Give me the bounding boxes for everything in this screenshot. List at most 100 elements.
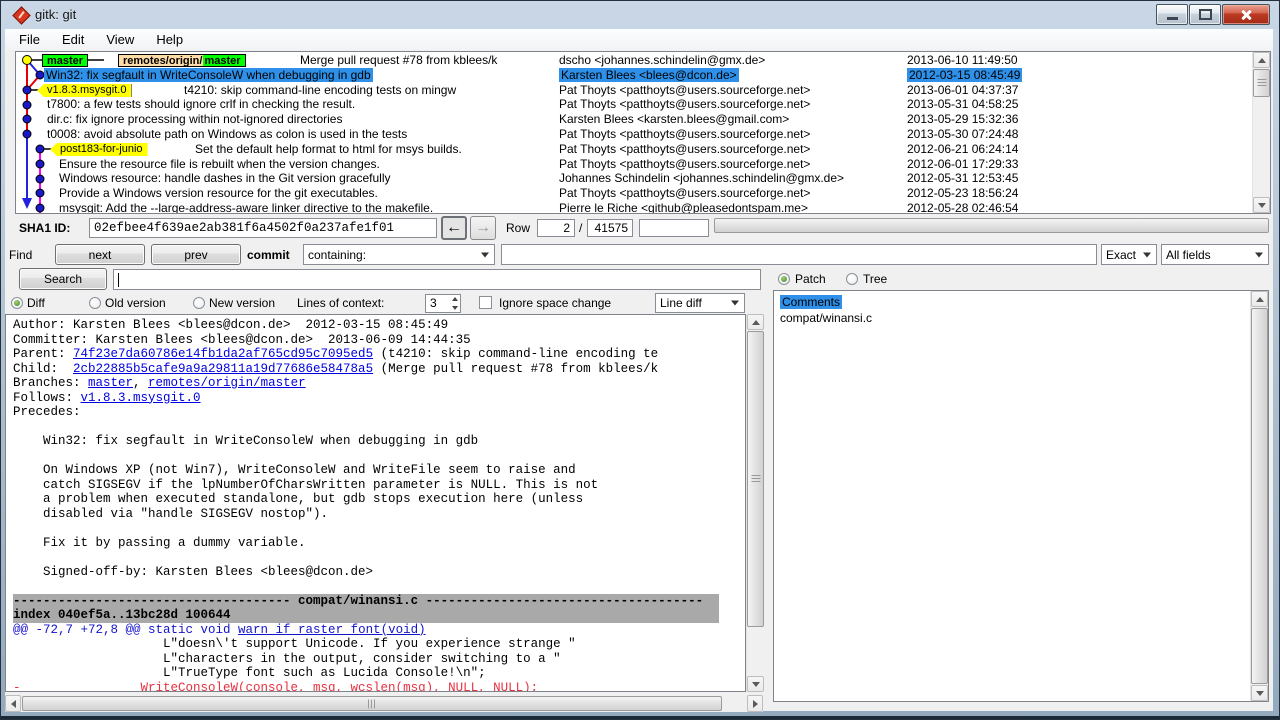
detail-line: ------------------------------------- co… xyxy=(13,594,719,609)
commit-row-subject[interactable]: Provide a Windows version resource for t… xyxy=(59,186,378,201)
commit-row-date[interactable]: 2013-06-10 11:49:50 xyxy=(907,53,1253,68)
commit-row-date[interactable]: 2013-05-31 04:58:25 xyxy=(907,97,1253,112)
menu-file[interactable]: File xyxy=(11,32,48,47)
remote-prefix: remotes/origin/ xyxy=(119,55,203,66)
commit-row-subject[interactable]: Win32: fix segfault in WriteConsoleW whe… xyxy=(44,68,373,83)
find-next-button[interactable]: next xyxy=(55,244,145,265)
commit-row-date[interactable]: 2012-05-31 12:53:45 xyxy=(907,171,1253,186)
scroll-thumb[interactable] xyxy=(747,331,764,627)
commit-link[interactable]: master xyxy=(88,376,133,390)
spinner-down-icon[interactable] xyxy=(452,306,458,310)
minimize-button[interactable] xyxy=(1156,4,1188,25)
scroll-left-icon xyxy=(11,700,16,708)
patch-radio[interactable] xyxy=(778,273,790,285)
commit-row-author[interactable]: Pat Thoyts <patthoyts@users.sourceforge.… xyxy=(559,83,903,98)
commit-row-subject[interactable]: Ensure the resource file is rebuilt when… xyxy=(59,157,380,172)
commit-row-subject[interactable]: msysgit: Add the --large-address-aware l… xyxy=(59,201,433,213)
detail-text-segment: Follows: xyxy=(13,391,81,405)
commit-row-date[interactable]: 2013-05-30 07:24:48 xyxy=(907,127,1253,142)
title-bar[interactable]: gitk: git xyxy=(1,1,1279,29)
commit-row-author[interactable]: Pat Thoyts <patthoyts@users.sourceforge.… xyxy=(559,157,903,172)
find-string-input[interactable] xyxy=(501,244,1097,265)
detail-text-segment: index 040ef5a..13bc28d 100644 xyxy=(13,608,231,622)
commit-row-author[interactable]: Karsten Blees <karsten.blees@gmail.com> xyxy=(559,112,903,127)
detail-line: Parent: 74f23e7da60786e14fb1da2af765cd95… xyxy=(13,347,745,362)
history-forward-button[interactable]: → xyxy=(470,216,496,240)
scroll-thumb[interactable] xyxy=(1253,69,1270,97)
find-type-dropdown[interactable]: containing: xyxy=(303,244,495,265)
maximize-button[interactable] xyxy=(1189,4,1221,25)
commit-row-subject[interactable]: t4210: skip command-line encoding tests … xyxy=(184,83,456,98)
commit-row-date[interactable]: 2012-05-28 02:46:54 xyxy=(907,201,1253,213)
search-button[interactable]: Search xyxy=(19,268,107,290)
commit-detail-pane[interactable]: Author: Karsten Blees <blees@dcon.de> 20… xyxy=(5,314,746,692)
detail-text-segment: Child: xyxy=(13,362,73,376)
fields-dropdown[interactable]: All fields xyxy=(1161,244,1269,265)
commit-row-author[interactable]: Karsten Blees <blees@dcon.de> xyxy=(559,68,903,83)
detail-line: Branches: master, remotes/origin/master xyxy=(13,376,745,391)
commit-link[interactable]: v1.8.3.msysgit.0 xyxy=(81,391,201,405)
detail-line xyxy=(13,420,745,435)
chevron-down-icon xyxy=(1255,252,1263,257)
menu-edit[interactable]: Edit xyxy=(54,32,92,47)
commit-row-date[interactable]: 2012-06-01 17:29:33 xyxy=(907,157,1253,172)
scroll-thumb[interactable] xyxy=(1251,308,1268,684)
detail-text-segment: L"doesn\'t support Unicode. If you exper… xyxy=(13,637,576,651)
commit-row-date[interactable]: 2012-05-23 18:56:24 xyxy=(907,186,1253,201)
commit-link[interactable]: 2cb22885b5cafe9a9a29811a19d77686e58478a5 xyxy=(73,362,373,376)
detail-text-segment: @@ -72,7 +72,8 @@ static void xyxy=(13,623,238,637)
sha1-input[interactable]: 02efbee4f639ae2ab381f6a4502f0a237afe1f01 xyxy=(89,218,437,238)
commit-link[interactable]: 74f23e7da60786e14fb1da2af765cd95c7095ed5 xyxy=(73,347,373,361)
history-back-button[interactable]: ← xyxy=(441,216,467,240)
commit-row-author[interactable]: Pat Thoyts <patthoyts@users.sourceforge.… xyxy=(559,97,903,112)
commit-row-subject[interactable]: dir.c: fix ignore processing within not-… xyxy=(47,112,342,127)
menu-help[interactable]: Help xyxy=(148,32,191,47)
new-version-radio[interactable] xyxy=(193,297,205,309)
diff-radio[interactable] xyxy=(11,297,23,309)
commit-row-subject[interactable]: Merge pull request #78 from kblees/k xyxy=(300,53,497,68)
detail-scrollbar[interactable] xyxy=(746,314,764,692)
branch-label-master[interactable]: master xyxy=(42,54,88,67)
search-input[interactable] xyxy=(113,269,761,290)
detail-text-segment: warn_if_raster_font(void) xyxy=(238,623,426,637)
commit-row-author[interactable]: Johannes Schindelin <johannes.schindelin… xyxy=(559,171,903,186)
commit-row-subject[interactable]: Windows resource: handle dashes in the G… xyxy=(59,171,391,186)
scroll-thumb[interactable] xyxy=(22,696,722,711)
commit-list-scrollbar[interactable] xyxy=(1252,52,1270,213)
commit-row-date[interactable]: 2012-03-15 08:45:49 xyxy=(907,68,1253,83)
commit-row-author[interactable]: Pierre le Riche <github@pleasedontspam.m… xyxy=(559,201,903,213)
commit-row-date[interactable]: 2012-06-21 06:24:14 xyxy=(907,142,1253,157)
commit-row-date[interactable]: 2013-06-01 04:37:37 xyxy=(907,83,1253,98)
commit-row-author[interactable]: Pat Thoyts <patthoyts@users.sourceforge.… xyxy=(559,127,903,142)
ignore-space-checkbox[interactable] xyxy=(479,296,492,309)
context-spinner[interactable]: 3 xyxy=(425,294,461,313)
commit-row-subject[interactable]: t7800: a few tests should ignore crlf in… xyxy=(47,97,355,112)
commit-row-date[interactable]: 2013-05-29 15:32:36 xyxy=(907,112,1253,127)
tree-radio[interactable] xyxy=(846,273,858,285)
scroll-thumb[interactable] xyxy=(714,218,1269,233)
find-prev-button[interactable]: prev xyxy=(151,244,241,265)
commit-row-author[interactable]: Pat Thoyts <patthoyts@users.sourceforge.… xyxy=(559,186,903,201)
menu-view[interactable]: View xyxy=(98,32,142,47)
date-column: 2013-06-10 11:49:50 2012-03-15 08:45:49 … xyxy=(907,53,1253,213)
line-diff-dropdown[interactable]: Line diff xyxy=(655,293,745,313)
commit-row-author[interactable]: dscho <johannes.schindelin@gmx.de> xyxy=(559,53,903,68)
commit-link[interactable]: remotes/origin/master xyxy=(148,376,306,390)
tag-label[interactable]: v1.8.3.msysgit.0 xyxy=(37,84,131,97)
detail-hscrollbar[interactable] xyxy=(5,695,763,712)
branch-label-remote[interactable]: remotes/origin/master xyxy=(118,54,246,67)
spinner-up-icon[interactable] xyxy=(452,297,458,301)
detail-line: L"characters in the output, consider swi… xyxy=(13,652,745,667)
old-version-radio[interactable] xyxy=(89,297,101,309)
match-type-dropdown[interactable]: Exact xyxy=(1101,244,1157,265)
commit-row-subject[interactable]: t0008: avoid absolute path on Windows as… xyxy=(47,127,407,142)
close-button[interactable] xyxy=(1222,4,1270,25)
file-list-item[interactable]: Comments xyxy=(776,294,1248,310)
commit-list-hscrollbar[interactable] xyxy=(713,217,1271,234)
commit-row-subject[interactable]: Set the default help format to html for … xyxy=(195,142,462,157)
tag-label[interactable]: post183-for-junio xyxy=(50,143,148,156)
detail-line: Precedes: xyxy=(13,405,745,420)
file-list-item[interactable]: compat/winansi.c xyxy=(776,310,1248,326)
file-list-scrollbar[interactable] xyxy=(1250,291,1268,701)
commit-row-author[interactable]: Pat Thoyts <patthoyts@users.sourceforge.… xyxy=(559,142,903,157)
